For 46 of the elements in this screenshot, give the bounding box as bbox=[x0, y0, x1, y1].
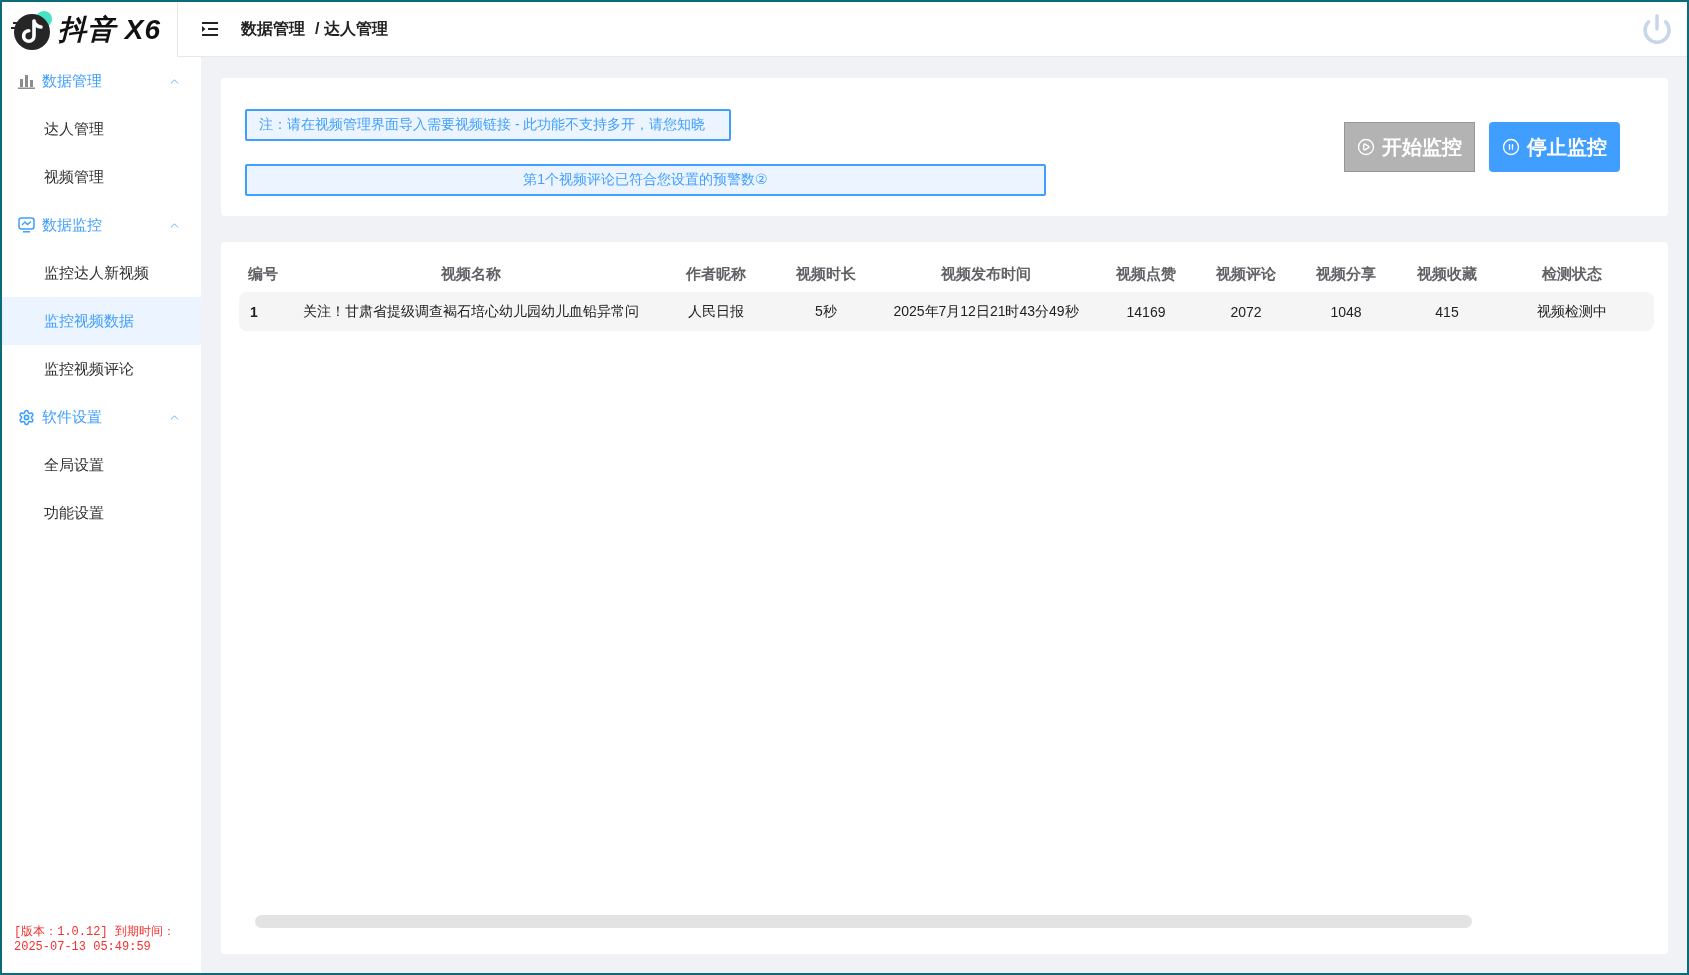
menu-toggle-icon[interactable] bbox=[201, 21, 219, 37]
breadcrumb-item[interactable]: 数据管理 bbox=[241, 18, 305, 40]
sidebar-item[interactable]: 全局设置 bbox=[2, 441, 201, 489]
column-header: 检测状态 bbox=[1542, 264, 1602, 284]
sidebar-item[interactable]: 监控达人新视频 bbox=[2, 249, 201, 297]
column-header: 视频评论 bbox=[1216, 264, 1276, 284]
table-cell: 视频检测中 bbox=[1537, 302, 1607, 321]
column-header: 编号 bbox=[247, 264, 278, 284]
play-icon bbox=[1357, 138, 1375, 156]
table-cell: 人民日报 bbox=[688, 302, 744, 321]
alert-banner: 第1个视频评论已符合您设置的预警数② bbox=[245, 163, 1046, 196]
sidebar-item[interactable]: 监控视频评论 bbox=[2, 345, 201, 393]
sidebar-item[interactable]: 功能设置 bbox=[2, 489, 201, 537]
sidebar-group-label: 数据监控 bbox=[42, 215, 102, 235]
note-banner: 注：请在视频管理界面导入需要视频链接 - 此功能不支持多开，请您知晓 bbox=[245, 108, 731, 141]
breadcrumb-item: 达人管理 bbox=[324, 18, 389, 39]
power-button[interactable] bbox=[1641, 13, 1673, 45]
column-header: 视频名称 bbox=[441, 264, 501, 284]
column-header: 视频时长 bbox=[796, 264, 856, 284]
column-header: 视频收藏 bbox=[1417, 264, 1477, 284]
column-header: 作者昵称 bbox=[686, 264, 746, 284]
column-header: 视频分享 bbox=[1316, 264, 1376, 284]
table-cell: 14169 bbox=[1126, 303, 1166, 320]
sidebar-group-label: 数据管理 bbox=[42, 71, 102, 91]
breadcrumb-separator: / bbox=[315, 20, 320, 38]
logo-icon bbox=[10, 8, 54, 51]
sidebar-group-label: 软件设置 bbox=[42, 407, 102, 427]
table-cell: 2072 bbox=[1230, 303, 1262, 320]
bar-chart-icon bbox=[18, 73, 35, 89]
logo-text: 抖音 X6 bbox=[58, 12, 162, 47]
pause-icon bbox=[1502, 138, 1520, 156]
column-header: 视频发布时间 bbox=[941, 264, 1031, 284]
sidebar-item[interactable]: 视频管理 bbox=[2, 153, 201, 201]
table-cell-text: 1 bbox=[249, 303, 258, 320]
table-row[interactable]: 1 关注！甘肃省提级调查褐石培心幼儿园幼儿血铅异常问 人民日报 5秒 2025年7月12日21时43分49秒 14169 2072 1048 415 视频检测中 bbox=[239, 292, 1654, 331]
horizontal-scrollbar[interactable] bbox=[255, 915, 1472, 928]
column-header: 视频点赞 bbox=[1116, 264, 1176, 284]
table-cell: 415 bbox=[1435, 303, 1459, 320]
monitor-chart-icon bbox=[18, 217, 35, 233]
version-expiry-text: [版本：1.0.12] 到期时间： 2025-07-13 05:49:59 bbox=[13, 925, 176, 956]
table-cell: 2025年7月12日21时43分49秒 bbox=[893, 302, 1079, 321]
settings-icon bbox=[18, 408, 35, 426]
table-cell: 关注！甘肃省提级调查褐石培心幼儿园幼儿血铅异常问 bbox=[303, 302, 639, 321]
sidebar-item[interactable]: 达人管理 bbox=[2, 105, 201, 153]
table-cell: 5秒 bbox=[815, 302, 837, 321]
table-cell: 1048 bbox=[1330, 303, 1362, 320]
